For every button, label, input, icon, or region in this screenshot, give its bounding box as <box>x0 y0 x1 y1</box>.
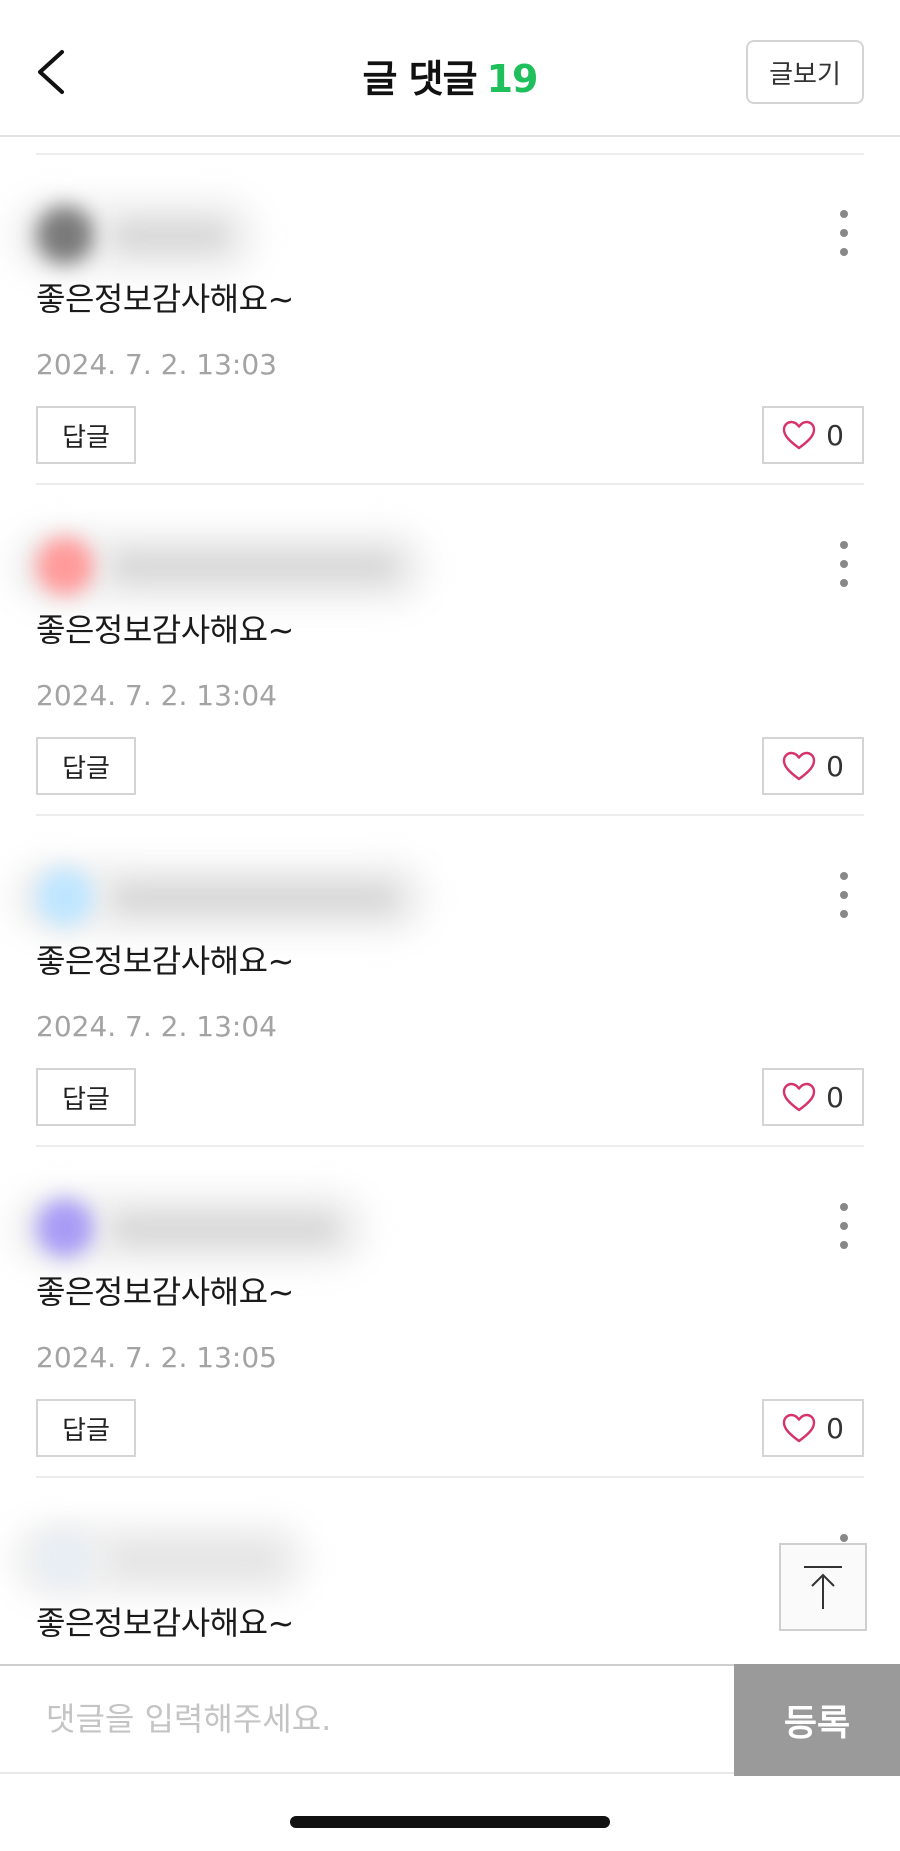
author-name-redacted <box>110 882 400 914</box>
heart-outline-icon <box>782 1082 816 1112</box>
heart-outline-icon <box>782 751 816 781</box>
reply-button[interactable]: 답글 <box>36 1068 136 1126</box>
comment-input[interactable] <box>0 1666 734 1772</box>
author-name-redacted <box>110 1544 280 1576</box>
reply-button[interactable]: 답글 <box>36 406 136 464</box>
page-title-text: 글 댓글 <box>362 57 477 101</box>
comment-author <box>0 1171 500 1269</box>
more-options-button[interactable] <box>832 872 856 918</box>
avatar <box>36 206 94 264</box>
like-button[interactable]: 0 <box>762 737 864 795</box>
comment-list[interactable]: 좋은정보감사해요~ 2024. 7. 2. 13:03 답글 0 좋은정보감사해… <box>0 137 900 1664</box>
comment-count: 19 <box>486 57 539 101</box>
comment-text: 좋은정보감사해요~ <box>36 1604 294 1642</box>
more-options-button[interactable] <box>832 210 856 256</box>
submit-comment-button[interactable]: 등록 <box>734 1664 900 1776</box>
comment-author <box>0 178 500 276</box>
like-button[interactable]: 0 <box>762 1399 864 1457</box>
comment-timestamp: 2024. 7. 2. 13:04 <box>36 679 277 712</box>
comments-page: 글 댓글 19 글보기 좋은정보감사해요~ 2024. 7. 2. 13:03 답… <box>0 0 900 1851</box>
arrow-up-to-top-icon <box>804 1566 842 1609</box>
comment-timestamp: 2024. 7. 2. 13:04 <box>36 1010 277 1043</box>
more-options-button[interactable] <box>832 541 856 587</box>
like-count: 0 <box>826 418 844 452</box>
comment-item: 좋은정보감사해요~ 2024. 7. 2. 13:05 답글 0 <box>0 1147 900 1478</box>
comment-text: 좋은정보감사해요~ <box>36 611 294 649</box>
heart-outline-icon <box>782 420 816 450</box>
like-button[interactable]: 0 <box>762 1068 864 1126</box>
like-count: 0 <box>826 749 844 783</box>
avatar <box>36 1530 94 1588</box>
scroll-to-top-button[interactable] <box>779 1543 867 1631</box>
author-name-redacted <box>110 1213 340 1245</box>
comment-item: 좋은정보감사해요~ 2024. 7. 2. 13:04 답글 0 <box>0 485 900 816</box>
avatar <box>36 537 94 595</box>
home-indicator[interactable] <box>290 1816 610 1828</box>
like-count: 0 <box>826 1411 844 1445</box>
comment-author <box>0 1502 500 1600</box>
avatar <box>36 868 94 926</box>
comment-item: 좋은정보감사해요~ <box>0 1478 900 1664</box>
view-post-button[interactable]: 글보기 <box>746 40 864 104</box>
more-options-button[interactable] <box>832 1203 856 1249</box>
comment-item: 좋은정보감사해요~ 2024. 7. 2. 13:04 답글 0 <box>0 816 900 1147</box>
comment-text: 좋은정보감사해요~ <box>36 280 294 318</box>
comment-timestamp: 2024. 7. 2. 13:03 <box>36 348 277 381</box>
avatar <box>36 1199 94 1257</box>
author-name-redacted <box>110 220 230 252</box>
header: 글 댓글 19 글보기 <box>0 0 900 137</box>
comment-timestamp: 2024. 7. 2. 13:05 <box>36 1341 277 1374</box>
comment-text: 좋은정보감사해요~ <box>36 1273 294 1311</box>
reply-button[interactable]: 답글 <box>36 737 136 795</box>
like-count: 0 <box>826 1080 844 1114</box>
like-button[interactable]: 0 <box>762 406 864 464</box>
reply-button[interactable]: 답글 <box>36 1399 136 1457</box>
comment-author <box>0 509 500 607</box>
author-name-redacted <box>110 551 400 583</box>
comment-input-bar: 등록 <box>0 1664 900 1776</box>
comment-text: 좋은정보감사해요~ <box>36 942 294 980</box>
comment-author <box>0 840 500 938</box>
heart-outline-icon <box>782 1413 816 1443</box>
comment-item: 좋은정보감사해요~ 2024. 7. 2. 13:03 답글 0 <box>0 154 900 485</box>
